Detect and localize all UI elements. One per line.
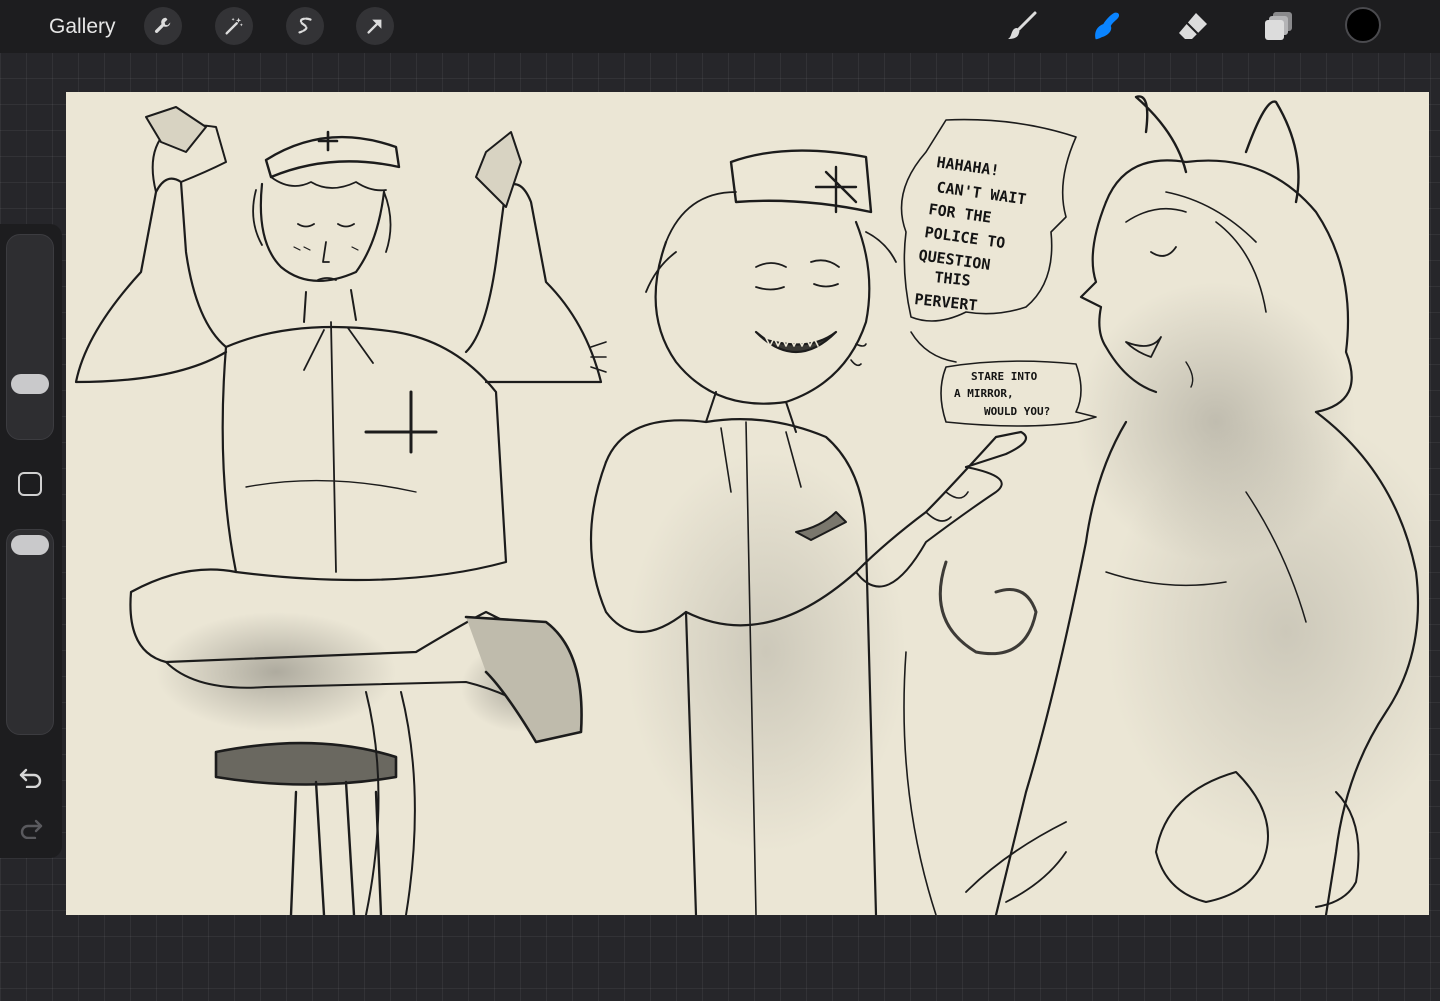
undo-button[interactable] (17, 763, 45, 791)
brush-size-slider[interactable] (6, 234, 54, 440)
bubble-1-line-6: THIS (934, 268, 972, 290)
adjustments-button[interactable] (215, 7, 253, 45)
brush-tool[interactable] (1005, 9, 1039, 43)
opacity-thumb[interactable] (11, 535, 49, 555)
bubble-1-line-1: HAHAHA! (935, 153, 1000, 180)
transform-arrow-icon (367, 19, 382, 34)
brush-size-thumb[interactable] (11, 374, 49, 394)
top-toolbar: Gallery (0, 0, 1440, 53)
brush-icon (1008, 11, 1037, 39)
bubble-2-line-3: WOULD YOU? (984, 405, 1050, 418)
sketch-artwork: HAHAHA! CAN'T WAIT FOR THE POLICE TO QUE… (74, 95, 1429, 915)
color-picker-button[interactable] (1345, 7, 1381, 43)
bubble-2-line-1: STARE INTO (971, 370, 1038, 383)
figure-cat-eared (965, 95, 1429, 915)
redo-button[interactable] (17, 814, 45, 842)
opacity-slider[interactable] (6, 529, 54, 735)
eraser-icon (1179, 13, 1207, 39)
wrench-icon (154, 17, 171, 33)
drawing-canvas[interactable]: HAHAHA! CAN'T WAIT FOR THE POLICE TO QUE… (66, 92, 1429, 915)
smudge-icon (1095, 12, 1120, 40)
layers-tool[interactable] (1262, 9, 1296, 43)
transform-button[interactable] (356, 7, 394, 45)
bubble-1-line-3: FOR THE (927, 200, 992, 227)
side-toolbar (0, 224, 62, 858)
undo-icon (19, 768, 42, 788)
layers-icon (1265, 12, 1292, 40)
selection-button[interactable] (286, 7, 324, 45)
redo-icon (20, 819, 43, 839)
bubble-2-line-2: A MIRROR, (954, 387, 1014, 400)
eraser-tool[interactable] (1176, 9, 1210, 43)
modify-button[interactable] (18, 472, 42, 496)
smudge-tool[interactable] (1090, 9, 1124, 43)
selection-icon (298, 17, 312, 34)
gallery-button[interactable]: Gallery (49, 13, 116, 40)
bubble-1-line-7: PERVERT (914, 290, 979, 315)
actions-button[interactable] (144, 7, 182, 45)
magic-wand-icon (225, 17, 243, 35)
figure-seated-nurse (74, 106, 603, 915)
